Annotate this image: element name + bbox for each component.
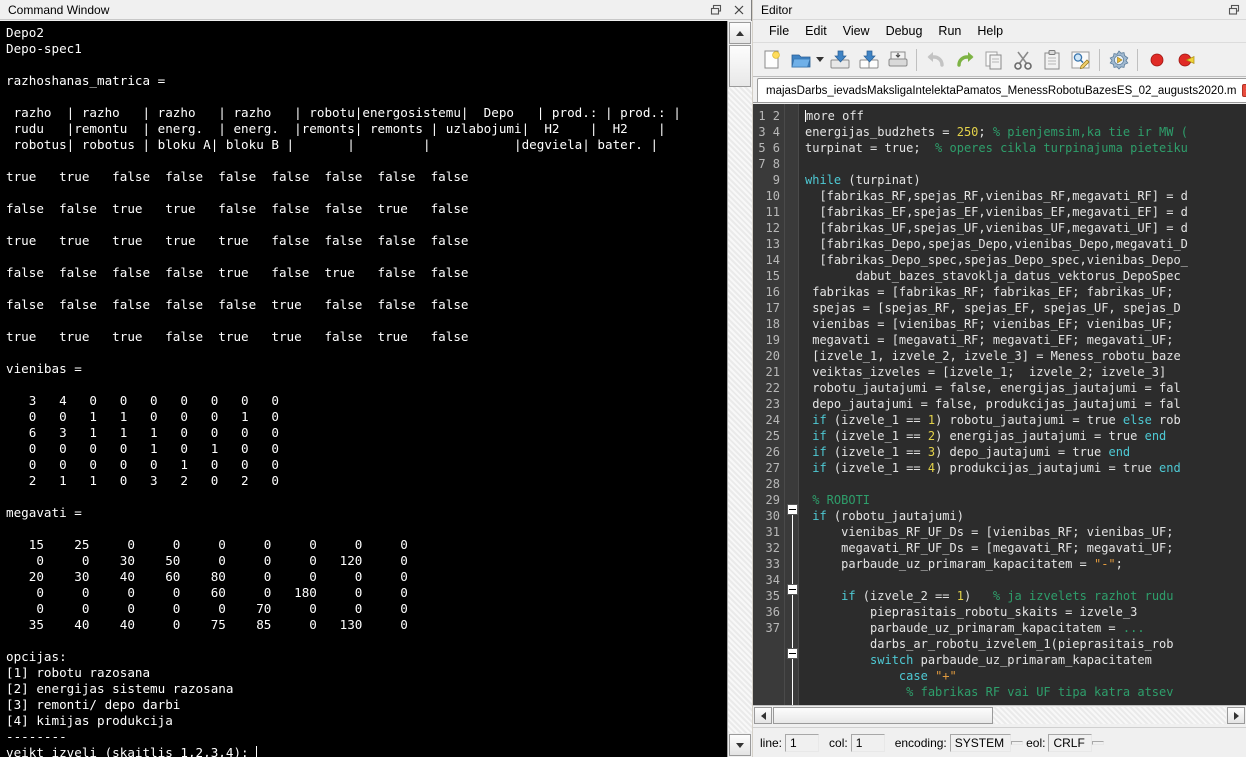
undo-button[interactable]	[921, 45, 950, 74]
editor-window-controls	[1227, 0, 1240, 20]
scroll-up-button[interactable]	[729, 22, 751, 44]
breakpoint-button[interactable]	[1142, 45, 1171, 74]
editor-titlebar: Editor	[753, 0, 1246, 20]
toolbar-separator	[1137, 49, 1138, 71]
print-button[interactable]	[883, 45, 912, 74]
cut-button[interactable]	[1008, 45, 1037, 74]
editor-horizontal-scrollbar[interactable]	[753, 705, 1246, 725]
status-encoding-spacer	[1011, 741, 1023, 745]
status-encoding-label: encoding:	[892, 736, 950, 750]
status-encoding-value: SYSTEM	[950, 734, 1011, 752]
open-file-button[interactable]	[786, 45, 815, 74]
chevron-down-icon	[816, 57, 824, 62]
fold-toggle-26[interactable]	[787, 504, 798, 515]
menu-run[interactable]: Run	[930, 22, 969, 40]
find-replace-button[interactable]	[1066, 45, 1095, 74]
toolbar-separator	[1099, 49, 1100, 71]
close-icon[interactable]: ×	[1242, 84, 1246, 97]
scrollbar-thumb[interactable]	[729, 45, 751, 87]
editor-line-numbers: 1 2 3 4 5 6 7 8 9 10 11 12 13 14 15 16 1…	[753, 104, 785, 705]
menu-debug[interactable]: Debug	[878, 22, 931, 40]
chevron-up-icon	[736, 31, 744, 36]
stop-button[interactable]	[1171, 45, 1200, 74]
scrollbar-track[interactable]	[728, 87, 752, 733]
restore-icon[interactable]	[709, 4, 722, 17]
app-root: Command Window Depo2 Depo-spec1 razh	[0, 0, 1246, 757]
paste-button[interactable]	[1037, 45, 1066, 74]
status-col-label: col:	[826, 736, 851, 750]
editor-title: Editor	[761, 3, 792, 17]
menu-file[interactable]: File	[761, 22, 797, 40]
fold-toggle-35[interactable]	[787, 648, 798, 659]
scroll-left-button[interactable]	[754, 707, 772, 724]
status-line-value: 1	[785, 734, 819, 752]
editor-code-area[interactable]: 1 2 3 4 5 6 7 8 9 10 11 12 13 14 15 16 1…	[753, 104, 1246, 705]
hscrollbar-track[interactable]	[993, 707, 1226, 724]
text-cursor	[256, 746, 257, 757]
scroll-right-button[interactable]	[1227, 707, 1245, 724]
fold-toggle-31[interactable]	[787, 584, 798, 595]
hscrollbar-thumb[interactable]	[773, 707, 993, 724]
editor-tabstrip: majasDarbs_ievadsMaksligaIntelektaPamato…	[753, 77, 1246, 103]
status-col-value: 1	[851, 734, 885, 752]
command-window-body[interactable]: Depo2 Depo-spec1 razhoshanas_matrica = r…	[0, 21, 752, 757]
menu-help[interactable]: Help	[969, 22, 1011, 40]
editor-tab-label: majasDarbs_ievadsMaksligaIntelektaPamato…	[766, 85, 1237, 97]
status-eol-spacer	[1092, 741, 1104, 745]
command-window-controls	[709, 0, 745, 20]
open-dropdown-button[interactable]	[815, 45, 825, 74]
editor-fold-margin[interactable]	[785, 104, 799, 705]
command-window: Command Window Depo2 Depo-spec1 razh	[0, 0, 752, 757]
menu-edit[interactable]: Edit	[797, 22, 835, 40]
menu-view[interactable]: View	[835, 22, 878, 40]
save-as-button[interactable]	[854, 45, 883, 74]
status-line-label: line:	[757, 736, 785, 750]
chevron-right-icon	[1234, 712, 1239, 720]
new-file-button[interactable]	[757, 45, 786, 74]
editor-window: Editor File Edit View Debug Run Help	[753, 0, 1246, 757]
command-output-text[interactable]: Depo2 Depo-spec1 razhoshanas_matrica = r…	[0, 21, 727, 757]
editor-code-text[interactable]: more off energijas_budzhets = 250; % pie…	[799, 104, 1246, 705]
save-button[interactable]	[825, 45, 854, 74]
redo-button[interactable]	[950, 45, 979, 74]
restore-icon[interactable]	[1227, 4, 1240, 17]
editor-tab-active[interactable]: majasDarbs_ievadsMaksligaIntelektaPamato…	[757, 78, 1246, 102]
run-button[interactable]	[1104, 45, 1133, 74]
fold-guide-line	[792, 508, 793, 705]
command-window-titlebar: Command Window	[0, 0, 751, 20]
editor-menubar: File Edit View Debug Run Help	[753, 20, 1246, 43]
status-eol-label: eol:	[1023, 736, 1048, 750]
chevron-left-icon	[761, 712, 766, 720]
command-window-vertical-scrollbar[interactable]	[727, 21, 752, 757]
chevron-down-icon	[736, 743, 744, 748]
command-window-title: Command Window	[8, 3, 109, 17]
status-eol-value: CRLF	[1048, 734, 1091, 752]
close-icon[interactable]	[732, 4, 745, 17]
toolbar-separator	[916, 49, 917, 71]
copy-button[interactable]	[979, 45, 1008, 74]
editor-toolbar	[753, 43, 1246, 77]
editor-statusbar: line: 1 col: 1 encoding: SYSTEM eol: CRL…	[753, 727, 1246, 757]
scroll-down-button[interactable]	[729, 734, 751, 756]
